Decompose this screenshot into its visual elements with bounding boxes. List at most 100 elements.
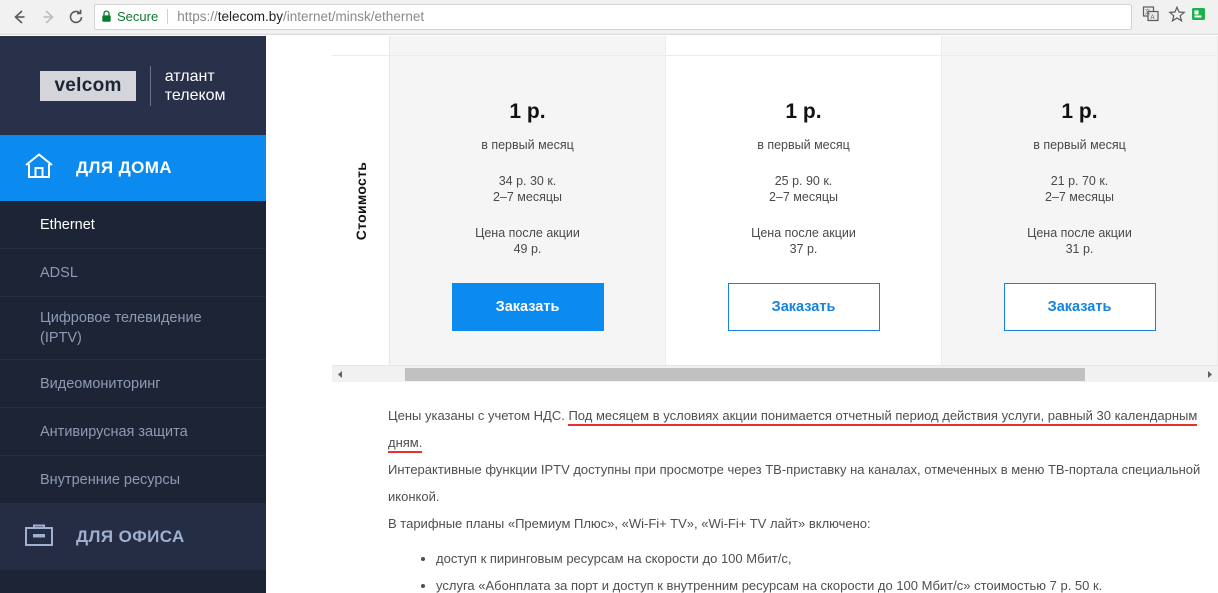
list-item: доступ к пиринговым ресурсам на скорости… — [436, 545, 1218, 572]
sidebar-item-videomonitoring[interactable]: Видеомониторинг — [0, 360, 266, 408]
page-content: Стоимость 1 р. в первый месяц 34 р. 30 к… — [266, 36, 1218, 593]
bookmark-button[interactable] — [1164, 4, 1190, 30]
sidebar-item-for-home-label: ДЛЯ ДОМА — [76, 158, 172, 177]
scrollbar-track[interactable] — [349, 366, 1201, 383]
url-scheme: https:// — [177, 9, 218, 24]
price-mid: 21 р. 70 к. 2–7 месяцы — [1045, 173, 1114, 205]
sidebar-item-videomonitoring-label: Видеомониторинг — [40, 375, 161, 392]
row-header-cost-label: Стоимость — [352, 161, 369, 240]
pricing-table: Стоимость 1 р. в первый месяц 34 р. 30 к… — [332, 36, 1218, 365]
sidebar: velcom атлант телеком ДЛЯ ДОМА Ethernet … — [0, 36, 266, 593]
home-icon — [22, 150, 56, 187]
price-after-amount: 37 р. — [789, 242, 818, 256]
price-sub: в первый месяц — [481, 138, 574, 152]
toolbar-bottom-border — [0, 33, 1218, 35]
back-button[interactable] — [6, 3, 34, 31]
sidebar-item-ethernet-label: Ethernet — [40, 216, 95, 233]
extension-button[interactable] — [1190, 4, 1212, 30]
site-logo[interactable]: velcom атлант телеком — [0, 36, 266, 135]
secure-label: Secure — [117, 9, 159, 24]
sidebar-item-internal-resources[interactable]: Внутренние ресурсы — [0, 456, 266, 504]
row-separator — [332, 55, 390, 56]
pricing-column-3-body: 1 р. в первый месяц 21 р. 70 к. 2–7 меся… — [942, 55, 1217, 365]
price-after: Цена после акции 49 р. — [475, 225, 580, 257]
logo-mark: velcom — [40, 70, 136, 101]
price-after: Цена после акции 31 р. — [1027, 225, 1132, 257]
price-main: 1 р. — [509, 100, 546, 123]
logo-text-line2: телеком — [164, 86, 226, 104]
lock-icon — [101, 10, 112, 23]
scrollbar-thumb[interactable] — [405, 367, 1085, 381]
briefcase-icon — [22, 520, 56, 555]
url-path: /internet/minsk/ethernet — [283, 9, 425, 24]
pricing-column-2: 1 р. в первый месяц 25 р. 90 к. 2–7 меся… — [666, 36, 942, 365]
forward-arrow-icon — [39, 8, 57, 26]
page-viewport: velcom атлант телеком ДЛЯ ДОМА Ethernet … — [0, 36, 1218, 593]
scroll-left-arrow-icon[interactable] — [332, 366, 349, 383]
sidebar-item-adsl-label: ADSL — [40, 264, 78, 281]
price-main: 1 р. — [1061, 100, 1098, 123]
note-line-3: В тарифные планы «Премиум Плюс», «Wi-Fi+… — [388, 516, 871, 531]
pricing-column-2-body: 1 р. в первый месяц 25 р. 90 к. 2–7 меся… — [666, 55, 941, 365]
forward-button[interactable] — [34, 3, 62, 31]
price-after-label: Цена после акции — [1027, 226, 1132, 240]
pricing-column-1-body: 1 р. в первый месяц 34 р. 30 к. 2–7 меся… — [390, 55, 665, 365]
pricing-table-wrapper: Стоимость 1 р. в первый месяц 34 р. 30 к… — [332, 36, 1218, 382]
reload-icon — [67, 8, 85, 26]
price-mid-amount: 21 р. 70 к. — [1050, 174, 1109, 188]
notes-section: Цены указаны с учетом НДС. Под месяцем в… — [388, 402, 1218, 593]
row-header-cost: Стоимость — [332, 36, 390, 365]
translate-icon: 文 A — [1142, 5, 1160, 28]
order-button-3[interactable]: Заказать — [1003, 283, 1156, 331]
extension-icon — [1190, 5, 1210, 28]
logo-text: атлант телеком — [165, 67, 226, 105]
price-mid-period: 2–7 месяцы — [1044, 190, 1115, 204]
order-button-2[interactable]: Заказать — [727, 283, 880, 331]
back-arrow-icon — [11, 8, 29, 26]
sidebar-item-for-office[interactable]: ДЛЯ ОФИСА — [0, 504, 266, 570]
sidebar-item-iptv[interactable]: Цифровое телевидение (IPTV) — [0, 297, 266, 360]
price-main: 1 р. — [785, 100, 822, 123]
sidebar-item-ethernet[interactable]: Ethernet — [0, 201, 266, 249]
svg-text:A: A — [1151, 15, 1155, 21]
sidebar-item-for-home[interactable]: ДЛЯ ДОМА — [0, 135, 266, 201]
price-mid-period: 2–7 месяцы — [768, 190, 839, 204]
order-button-1[interactable]: Заказать — [451, 283, 604, 331]
pricing-column-3: 1 р. в первый месяц 21 р. 70 к. 2–7 меся… — [942, 36, 1218, 365]
price-mid-amount: 25 р. 90 к. — [774, 174, 833, 188]
note-line-2: Интерактивные функции IPTV доступны при … — [388, 462, 1201, 504]
price-after-label: Цена после акции — [475, 226, 580, 240]
sidebar-item-adsl[interactable]: ADSL — [0, 249, 266, 297]
logo-text-line1: атлант — [164, 67, 215, 85]
logo-divider — [149, 65, 151, 106]
list-item: услуга «Абонплата за порт и доступ к вну… — [436, 572, 1218, 593]
price-mid: 34 р. 30 к. 2–7 месяцы — [493, 173, 562, 205]
notes-bullet-list: доступ к пиринговым ресурсам на скорости… — [388, 545, 1218, 593]
omnibox-divider — [167, 9, 169, 24]
address-bar[interactable]: Secure https://telecom.by/internet/minsk… — [94, 3, 1132, 30]
scroll-right-arrow-icon[interactable] — [1201, 366, 1218, 383]
url-text: https://telecom.by/internet/minsk/ethern… — [177, 9, 424, 24]
note-line-1-plain: Цены указаны с учетом НДС. — [388, 408, 569, 423]
sidebar-item-for-office-label: ДЛЯ ОФИСА — [76, 527, 185, 546]
note-line-1: Цены указаны с учетом НДС. Под месяцем в… — [388, 402, 1218, 456]
reload-button[interactable] — [62, 3, 90, 31]
browser-toolbar: Secure https://telecom.by/internet/minsk… — [0, 0, 1218, 33]
horizontal-scrollbar[interactable] — [332, 365, 1218, 382]
pricing-column-1: 1 р. в первый месяц 34 р. 30 к. 2–7 меся… — [390, 36, 666, 365]
sidebar-item-iptv-label: Цифровое телевидение (IPTV) — [40, 310, 202, 346]
price-sub: в первый месяц — [757, 138, 850, 152]
translate-button[interactable]: 文 A — [1138, 4, 1164, 30]
price-after-amount: 31 р. — [1065, 242, 1094, 256]
price-after-amount: 49 р. — [513, 242, 542, 256]
sidebar-item-antivirus[interactable]: Антивирусная защита — [0, 408, 266, 456]
price-mid-amount: 34 р. 30 к. — [498, 174, 557, 188]
price-after: Цена после акции 37 р. — [751, 225, 856, 257]
star-icon — [1168, 5, 1186, 28]
sidebar-item-antivirus-label: Антивирусная защита — [40, 423, 188, 440]
sidebar-item-internal-resources-label: Внутренние ресурсы — [40, 471, 181, 488]
price-after-label: Цена после акции — [751, 226, 856, 240]
price-mid: 25 р. 90 к. 2–7 месяцы — [769, 173, 838, 205]
url-domain: telecom.by — [217, 9, 284, 24]
price-sub: в первый месяц — [1033, 138, 1126, 152]
